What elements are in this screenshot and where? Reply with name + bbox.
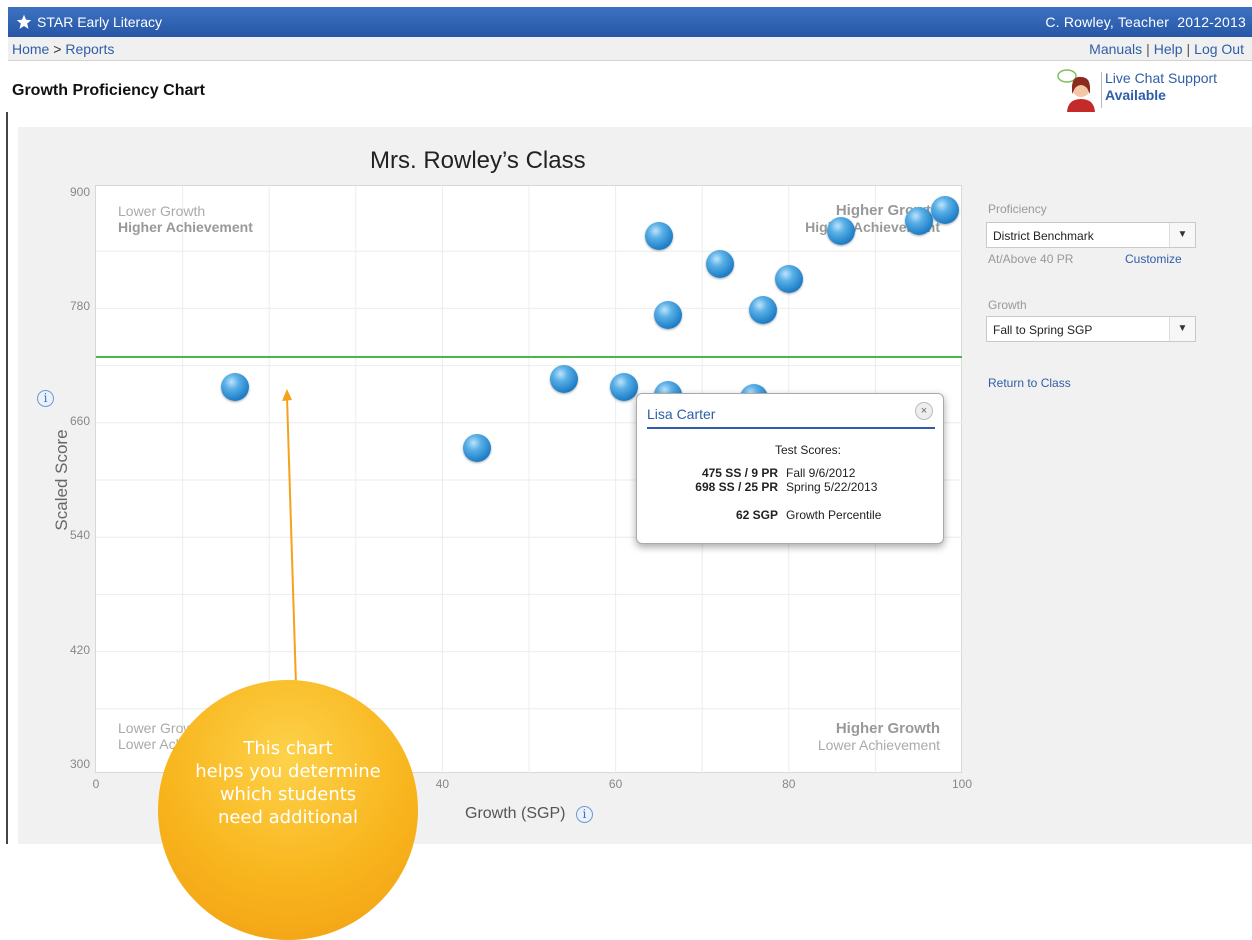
close-icon[interactable]: × [915,402,933,420]
logout-link[interactable]: Log Out [1194,41,1244,57]
chat-divider [1101,72,1102,108]
page-title: Growth Proficiency Chart [12,82,205,99]
growth-label: Growth [988,298,1027,312]
header-links: Manuals | Help | Log Out [1089,41,1244,57]
test-scores-heading: Test Scores: [774,443,842,457]
y-axis-label: Scaled Score [52,410,72,550]
student-point[interactable] [463,433,492,462]
customize-link[interactable]: Customize [1125,252,1182,266]
quadrant-achievement: Lower Achievement [817,737,940,753]
app-title-bar: STAR Early Literacy C. Rowley, Teacher 2… [8,7,1252,37]
chevron-down-icon[interactable]: ▼ [1169,223,1195,247]
score-desc: Fall 9/6/2012 [786,466,856,480]
score-value: 698 SS / 25 PR [695,480,778,494]
x-tick-label: 100 [951,777,973,791]
student-name[interactable]: Lisa Carter [647,406,715,422]
quadrant-achievement: Higher Achievement [118,219,253,235]
y-tick-label: 420 [69,642,90,657]
proficiency-select[interactable]: District Benchmark ▼ [986,222,1196,248]
y-tick-label: 780 [69,299,90,314]
score-value: 475 SS / 9 PR [701,466,778,480]
x-tick-label: 60 [608,777,623,791]
score-row: 698 SS / 25 PR Spring 5/22/2013 [637,480,877,494]
quadrant-growth: Lower Growth [118,203,206,219]
breadcrumb-home[interactable]: Home [12,41,49,57]
proficiency-note: At/Above 40 PR [988,252,1074,266]
student-point[interactable] [610,372,639,401]
help-link[interactable]: Help [1154,41,1183,57]
growth-value: Fall to Spring SGP [993,323,1093,337]
quadrant-top-left: Lower Growth Higher Achievement [118,203,253,235]
callout-line: This chart [243,738,333,759]
proficiency-value: District Benchmark [993,229,1094,243]
proficiency-label: Proficiency [988,202,1047,216]
x-tick-label: 0 [92,777,100,791]
score-desc: Spring 5/22/2013 [786,480,878,494]
info-icon[interactable]: i [37,390,54,407]
live-chat-support[interactable]: Live Chat Support Available [1055,66,1252,112]
student-point[interactable] [826,217,855,246]
score-desc: Growth Percentile [786,508,882,522]
score-row: 475 SS / 9 PR Fall 9/6/2012 [637,466,855,480]
student-point[interactable] [748,296,777,325]
callout-line: helps you determine [195,761,381,782]
breadcrumb-separator: > [53,41,62,57]
tooltip-divider [647,427,935,429]
y-info-icon[interactable]: i [37,389,54,407]
x-axis-label-text: Growth (SGP) [465,805,566,822]
link-divider: | [1186,41,1191,57]
chat-agent-icon [1057,69,1095,112]
student-point[interactable] [705,249,734,278]
breadcrumb: Home > Reports [12,41,114,57]
star-icon [16,14,32,29]
y-tick-label: 900 [69,185,90,199]
x-axis-label: Growth (SGP) i [465,805,593,823]
callout-arrow [282,389,297,685]
student-point[interactable] [644,221,673,250]
student-point[interactable] [774,264,803,293]
student-point[interactable] [904,206,933,235]
benchmark-line [96,355,962,358]
return-to-class-link[interactable]: Return to Class [988,376,1071,390]
student-tooltip: Lisa Carter × Test Scores: 475 SS / 9 PR… [636,393,944,544]
x-tick-label: 40 [435,777,450,791]
manuals-link[interactable]: Manuals [1089,41,1142,57]
callout-line: need additional [217,807,359,828]
chat-title[interactable]: Live Chat Support [1105,70,1217,86]
link-divider: | [1146,41,1150,57]
student-point[interactable] [930,196,959,225]
x-tick-label: 80 [782,777,796,791]
student-point[interactable] [220,372,249,401]
callout-line: which students [219,784,357,805]
growth-select[interactable]: Fall to Spring SGP ▼ [986,316,1196,342]
y-tick-label: 300 [69,757,90,771]
info-icon[interactable]: i [575,806,593,823]
y-axis-label-text: Scaled Score [52,429,71,531]
brand-name: STAR Early Literacy [37,14,162,30]
student-point[interactable] [549,364,578,393]
callout-text: This chart helps you determine which stu… [158,737,418,829]
brand: STAR Early Literacy [16,14,162,30]
frame-border [6,112,8,844]
quadrant-bottom-right: Higher Growth Lower Achievement [740,720,940,753]
chat-status: Available [1105,87,1166,103]
score-row: 62 SGP Growth Percentile [637,508,881,522]
quadrant-growth: Higher Growth [835,720,940,737]
chart-title: Mrs. Rowley’s Class [370,147,586,174]
user-info: C. Rowley, Teacher 2012-2013 [1045,14,1246,30]
student-point[interactable] [653,301,682,330]
breadcrumb-reports[interactable]: Reports [65,41,114,57]
chevron-down-icon[interactable]: ▼ [1169,317,1195,341]
nav-bar: Home > Reports Manuals | Help | Log Out [8,37,1252,61]
score-value: 62 SGP [735,508,778,522]
